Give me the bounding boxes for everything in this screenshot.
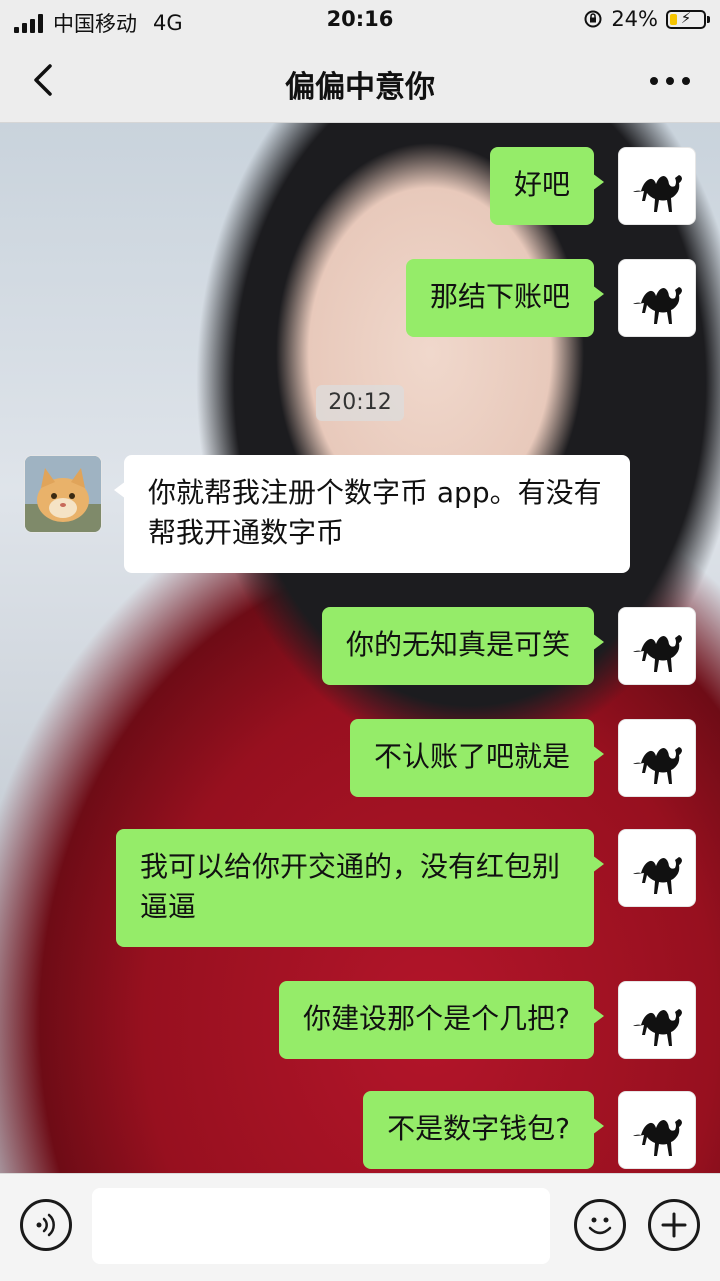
chat-timestamp: 20:12 [316,385,404,421]
message-input[interactable] [92,1188,550,1264]
chat-title: 偏偏中意你 [285,70,435,105]
orientation-lock-icon [584,10,602,28]
status-bar: 中国移动 4G 20:16 24% ⚡ [0,0,720,40]
more-dot-icon [682,77,690,85]
camel-icon [633,1119,682,1156]
my-avatar[interactable] [618,829,696,907]
more-dot-icon [666,77,674,85]
message-bubble-received[interactable]: 你就帮我注册个数字币 app。有没有帮我开通数字币 [114,455,630,573]
camel-icon [633,175,682,212]
camel-icon [633,635,682,672]
smiley-icon [588,1217,612,1235]
my-avatar[interactable] [618,981,696,1059]
message-bubble-sent[interactable]: 我可以给你开交通的，没有红包别逼逼 [116,829,604,947]
my-avatar[interactable] [618,607,696,685]
camel-icon [633,857,682,894]
more-options-button[interactable] [650,66,690,96]
charging-bolt-icon: ⚡ [680,8,692,27]
camel-icon [633,287,682,324]
input-bar [0,1173,720,1281]
my-avatar[interactable] [618,259,696,337]
voice-button[interactable] [20,1199,72,1251]
more-dot-icon [650,77,658,85]
cat-avatar-image [25,456,101,532]
voice-icon [36,1213,55,1237]
chat-header: 偏偏中意你 [0,40,720,123]
message-bubble-sent[interactable]: 不认账了吧就是 [349,719,605,797]
message-bubble-sent[interactable]: 不是数字钱包? [363,1091,604,1169]
more-actions-button[interactable] [648,1199,700,1251]
my-avatar[interactable] [618,147,696,225]
my-avatar[interactable] [618,719,696,797]
contact-avatar[interactable] [24,455,102,533]
camel-icon [633,1009,682,1046]
chat-area[interactable]: 好吧 那结下账吧 20:12 你就帮我注册个数字币 app。有没有帮我开通数字币… [0,123,720,1173]
emoji-button[interactable] [574,1199,626,1251]
camel-icon [633,747,682,784]
status-right: 24% ⚡ [583,7,710,31]
message-bubble-sent[interactable]: 那结下账吧 [405,259,605,337]
message-bubble-sent[interactable]: 你建设那个是个几把? [279,981,604,1059]
battery-icon: ⚡ [666,8,710,29]
message-bubble-sent[interactable]: 好吧 [489,147,605,225]
message-bubble-sent[interactable]: 你的无知真是可笑 [321,607,605,685]
plus-icon [661,1212,687,1238]
battery-percent: 24% [611,7,658,31]
my-avatar[interactable] [618,1091,696,1169]
